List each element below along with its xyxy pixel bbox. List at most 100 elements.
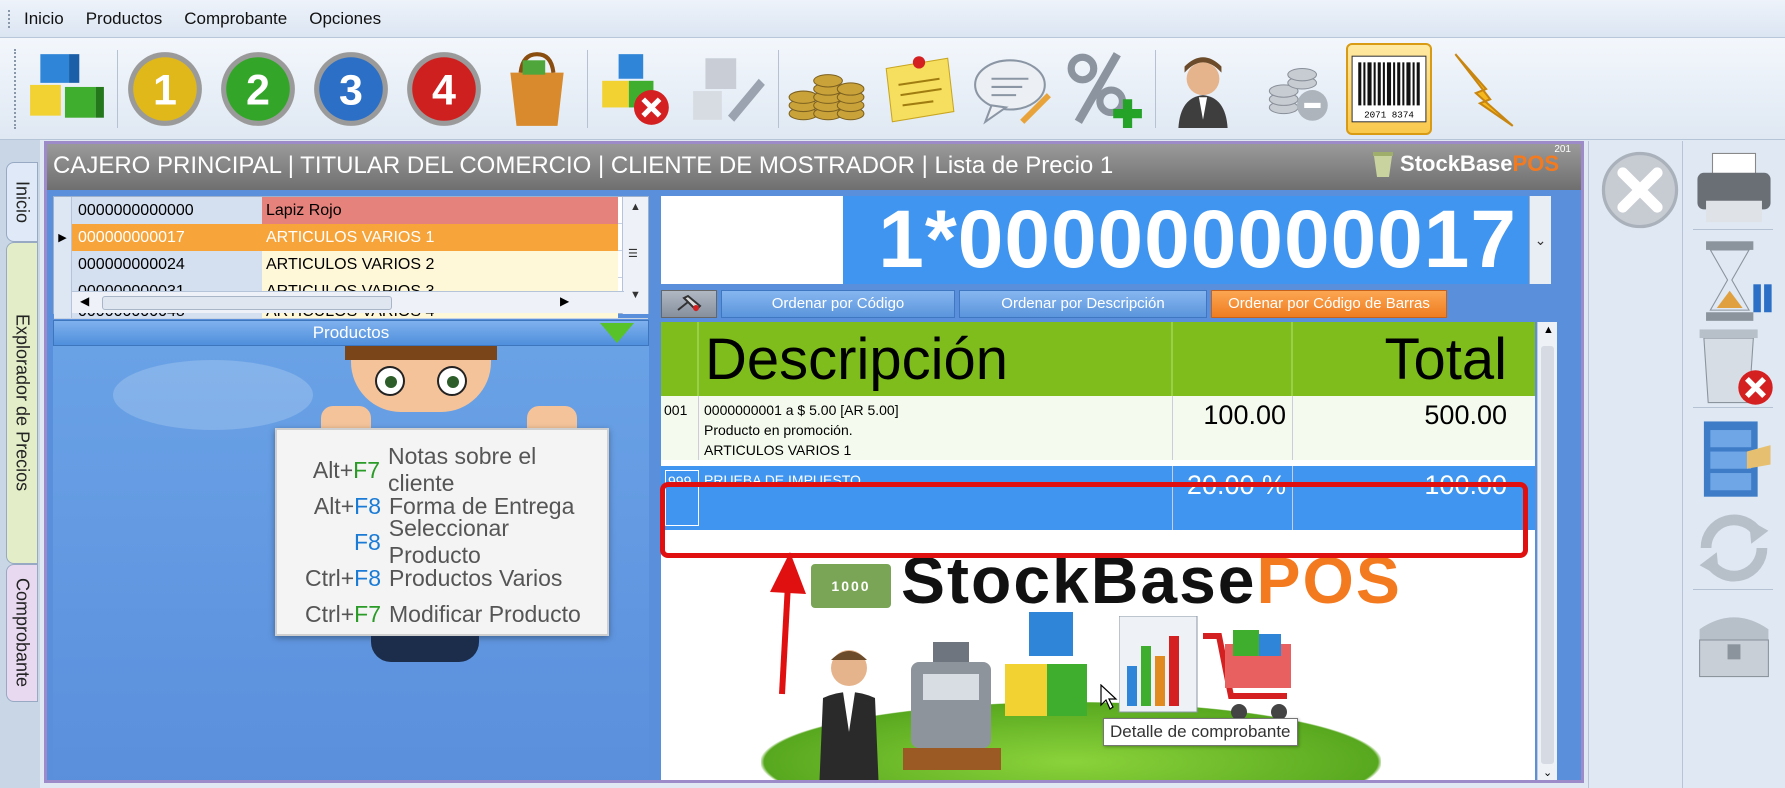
close-ticket-button[interactable] — [1593, 145, 1687, 235]
cash-drawer-button[interactable] — [1687, 595, 1781, 685]
products-panel-bar[interactable]: Productos — [53, 320, 649, 346]
remove-payment-button[interactable] — [1253, 43, 1339, 135]
sort-by-description-button[interactable]: Ordenar por Descripción — [959, 290, 1207, 318]
side-panel-actions — [1588, 141, 1680, 788]
scroll-thumb-icon[interactable]: ☰ — [628, 247, 638, 260]
svg-text:2071 8374: 2071 8374 — [1364, 109, 1414, 120]
scroll-up-icon[interactable]: ▲ — [1543, 324, 1554, 336]
delete-ticket-button[interactable] — [1687, 321, 1781, 411]
menubar-grip[interactable] — [8, 9, 12, 28]
col-header-description[interactable]: Descripción — [699, 322, 1173, 396]
toolbar: 1 2 3 4 2071 8374 — [0, 38, 1785, 140]
ticket-3-button[interactable]: 3 — [308, 43, 394, 135]
ticket-4-button[interactable]: 4 — [401, 43, 487, 135]
comments-button[interactable] — [969, 43, 1055, 135]
close-icon — [1601, 151, 1679, 229]
row-indicator — [54, 196, 72, 224]
tab-explorador-label: Explorador de Precios — [12, 314, 33, 492]
side-panel-tools — [1682, 141, 1785, 788]
mascot-eye — [437, 366, 467, 396]
table-row[interactable]: 0000000000000 Lapiz Rojo — [54, 196, 648, 224]
discount-button[interactable] — [1062, 43, 1148, 135]
side-separator — [1693, 407, 1773, 408]
hourglass-pause-icon — [1706, 241, 1772, 321]
tab-comprobante-label: Comprobante — [12, 578, 33, 688]
col-header-total[interactable]: Total — [1293, 322, 1515, 396]
toolbar-separator — [1155, 49, 1156, 128]
hscroll-thumb[interactable] — [102, 296, 392, 310]
shortcut-row: Ctrl+F8 Productos Varios — [304, 564, 563, 591]
row-indicator — [54, 305, 72, 318]
archive-button[interactable] — [1687, 413, 1781, 503]
tab-inicio-label: Inicio — [12, 180, 33, 224]
menu-opciones[interactable]: Opciones — [309, 9, 381, 29]
pin-button[interactable] — [661, 290, 717, 318]
number-4-icon: 4 — [407, 51, 481, 126]
side-separator — [1693, 229, 1773, 230]
number-1-icon: 1 — [128, 51, 202, 126]
scroll-left-icon[interactable]: ◀ — [80, 294, 89, 308]
table-row[interactable]: 000000000024 ARTICULOS VARIOS 2 — [54, 250, 648, 278]
edit-product-button[interactable] — [685, 43, 771, 135]
row-total: 500.00 — [1424, 400, 1507, 430]
tab-explorador-de-precios[interactable]: Explorador de Precios — [6, 242, 38, 564]
menu-productos[interactable]: Productos — [86, 9, 163, 29]
chest-icon — [1699, 617, 1769, 678]
notes-button[interactable] — [876, 43, 962, 135]
chevron-down-icon[interactable] — [600, 323, 634, 343]
product-table-vscrollbar[interactable]: ▲ ☰ ▼ — [622, 197, 648, 314]
row-quantity: 100.00 — [1173, 396, 1293, 460]
session-title: CAJERO PRINCIPAL | TITULAR DEL COMERCIO … — [53, 152, 1114, 179]
toolbar-grip[interactable] — [14, 48, 18, 129]
hold-ticket-button[interactable] — [1687, 235, 1781, 325]
brand-logo: StockBasePOS 201 — [1372, 144, 1571, 178]
menu-inicio[interactable]: Inicio — [24, 9, 64, 29]
quick-sale-button[interactable] — [1439, 43, 1525, 135]
scroll-right-icon[interactable]: ▶ — [560, 294, 569, 308]
scroll-up-icon[interactable]: ▲ — [630, 201, 641, 213]
file-cabinet-icon — [1703, 421, 1771, 497]
grid-vscrollbar[interactable]: ▲ ⌄ — [1537, 322, 1557, 780]
product-table-hscrollbar[interactable]: ◀ ▶ — [72, 291, 624, 313]
ticket-row-selected[interactable]: 999 PRUEBA DE IMPUESTO 20.00 % 100.00 — [661, 466, 1535, 530]
shortcut-row: Ctrl+F7 Modificar Producto — [304, 600, 581, 627]
scroll-down-icon[interactable]: ▼ — [630, 289, 641, 301]
barcode-mode-button[interactable]: 2071 8374 — [1346, 42, 1432, 135]
tab-comprobante[interactable]: Comprobante — [6, 564, 38, 702]
tab-inicio[interactable]: Inicio — [6, 162, 38, 242]
chevron-down-icon[interactable]: ⌄ — [1529, 196, 1551, 284]
print-button[interactable] — [1687, 145, 1781, 235]
shortcut-sign: Alt+F7 Notas sobre el cliente Alt+F8 For… — [275, 428, 609, 636]
sort-by-barcode-button[interactable]: Ordenar por Código de Barras — [1211, 290, 1447, 318]
ticket-row[interactable]: 001 0000000001 a $ 5.00 [AR 5.00] Produc… — [661, 396, 1535, 460]
ticket-1-button[interactable]: 1 — [122, 43, 208, 135]
annotation-arrow-icon — [770, 552, 806, 695]
number-3-icon: 3 — [314, 51, 388, 126]
bar-chart-icon — [1119, 616, 1198, 713]
shopping-cart-icon — [1203, 630, 1291, 720]
barcode-input[interactable]: 1*000000000017 — [843, 196, 1551, 284]
menu-comprobante[interactable]: Comprobante — [184, 9, 287, 29]
recycle-bin-delete-icon — [1699, 329, 1773, 405]
product-code: 000000000017 — [72, 223, 262, 251]
remove-product-button[interactable] — [592, 43, 678, 135]
scroll-down-icon[interactable]: ⌄ — [1543, 766, 1552, 779]
payment-button[interactable] — [783, 43, 869, 135]
row-description: 0000000001 a $ 5.00 [AR 5.00] Producto e… — [699, 396, 1173, 460]
refresh-button[interactable] — [1687, 503, 1781, 593]
brand-name: StockBasePOS — [1400, 151, 1559, 176]
table-row[interactable]: ▶ 000000000017 ARTICULOS VARIOS 1 — [54, 223, 648, 251]
cashier-button[interactable] — [1160, 43, 1246, 135]
svg-text:3: 3 — [339, 66, 363, 114]
sort-by-code-button[interactable]: Ordenar por Código — [721, 290, 955, 318]
toolbar-separator — [778, 49, 779, 128]
shopping-bag-button[interactable] — [494, 43, 580, 135]
cash-register-icon — [903, 642, 1001, 770]
number-2-icon: 2 — [221, 51, 295, 126]
brand-year: 201 — [1554, 144, 1571, 155]
waiter-icon — [819, 650, 879, 780]
ticket-2-button[interactable]: 2 — [215, 43, 301, 135]
grid-scroll-thumb[interactable] — [1541, 346, 1554, 764]
products-button[interactable] — [24, 43, 110, 135]
mascot-legs — [371, 636, 479, 662]
